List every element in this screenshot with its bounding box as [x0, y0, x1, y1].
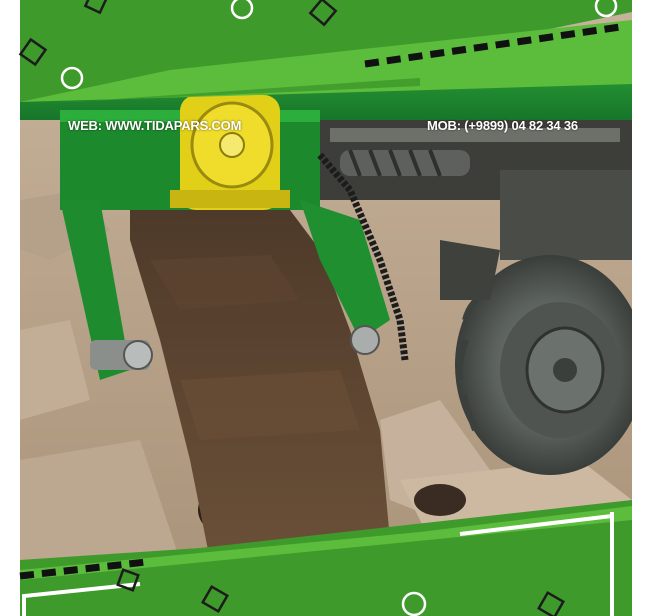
phone-caption: MOB: (+9899) 04 82 34 36 — [427, 118, 578, 133]
photo-frame: WEB: WWW.TIDAPARS.COM MOB: (+9899) 04 82… — [0, 0, 646, 616]
green-frame-overlay — [18, 0, 632, 616]
website-caption: WEB: WWW.TIDAPARS.COM — [68, 118, 242, 133]
